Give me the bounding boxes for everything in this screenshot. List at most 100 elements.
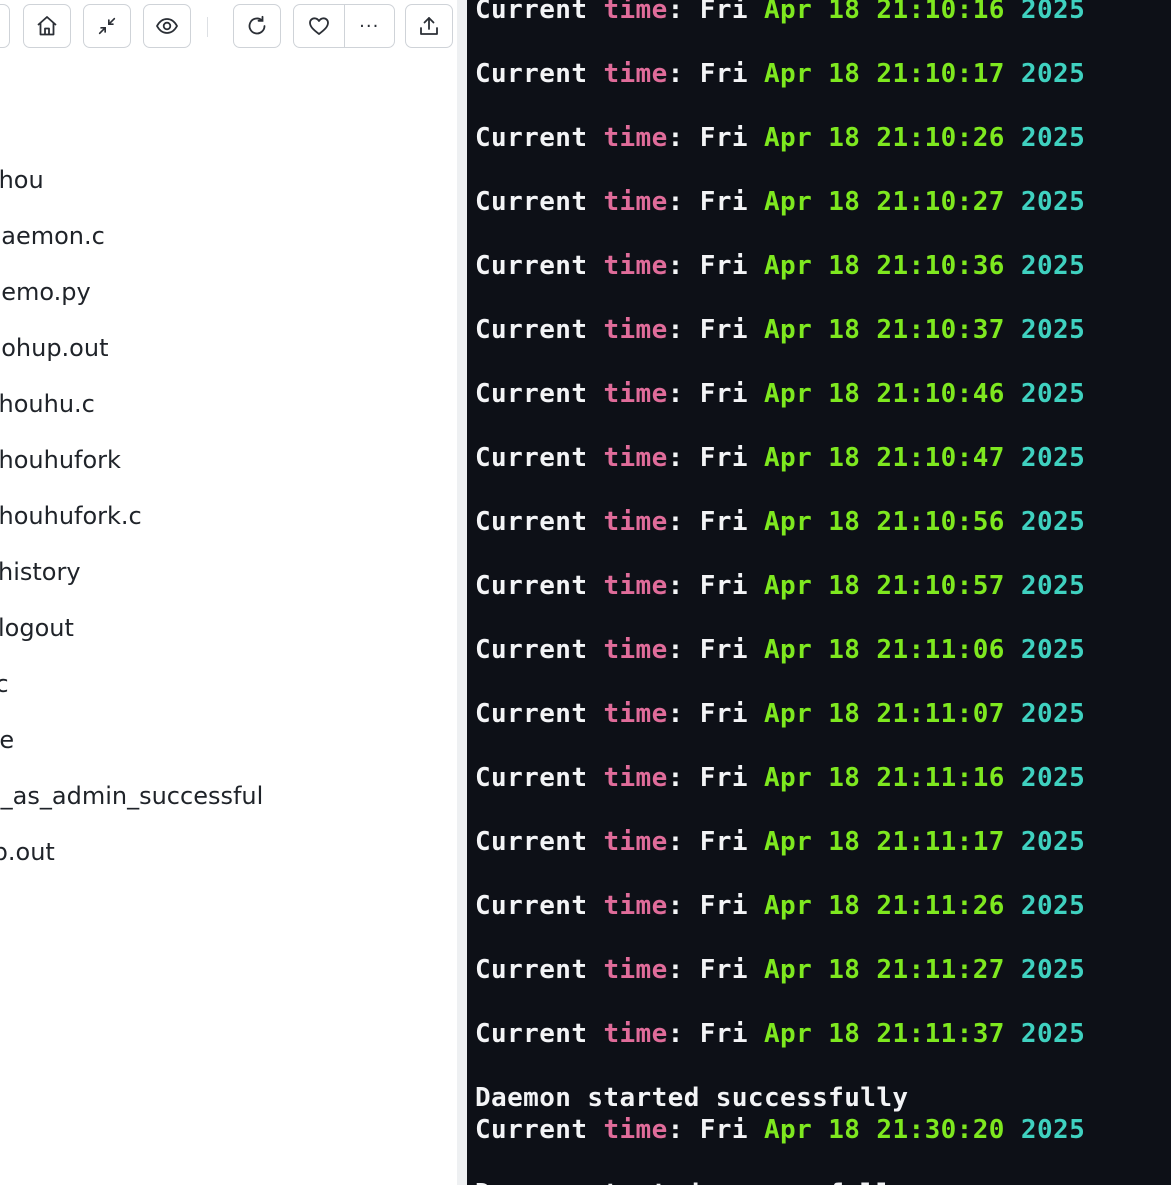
line-month: Apr bbox=[764, 1019, 813, 1049]
line-month: Apr bbox=[764, 891, 813, 921]
line-month: Apr bbox=[764, 443, 813, 473]
line-year: 2025 bbox=[1020, 891, 1086, 921]
line-date: 18 bbox=[828, 123, 861, 153]
more-button[interactable]: ··· bbox=[343, 5, 395, 47]
line-day: Fri bbox=[699, 1115, 748, 1145]
more-icon: ··· bbox=[359, 15, 380, 37]
file-list-item[interactable]: nohup.out bbox=[0, 320, 108, 376]
line-keyword: time bbox=[603, 123, 668, 153]
line-prefix: Current bbox=[475, 699, 604, 729]
terminal-line: Current time: Fri Apr 18 21:10:47 2025 bbox=[475, 442, 1085, 474]
line-year: 2025 bbox=[1020, 1019, 1086, 1049]
line-keyword: time bbox=[603, 315, 668, 345]
line-date: 18 bbox=[828, 379, 861, 409]
line-year: 2025 bbox=[1020, 187, 1086, 217]
line-keyword: time bbox=[603, 1019, 668, 1049]
line-day: Fri bbox=[699, 443, 748, 473]
upload-button[interactable] bbox=[405, 4, 453, 48]
favorite-button[interactable] bbox=[294, 5, 344, 47]
line-time: 21:10:27 bbox=[876, 187, 1005, 217]
line-time: 21:10:16 bbox=[876, 0, 1005, 25]
line-colon: : bbox=[667, 699, 700, 729]
line-month: Apr bbox=[764, 187, 813, 217]
file-list-item[interactable]: demo.py bbox=[0, 264, 91, 320]
line-colon: : bbox=[667, 123, 700, 153]
line-prefix: Current bbox=[475, 1115, 604, 1145]
line-year: 2025 bbox=[1020, 635, 1086, 665]
line-colon: : bbox=[667, 0, 700, 25]
line-keyword: time bbox=[603, 699, 668, 729]
line-day: Fri bbox=[699, 251, 748, 281]
line-year: 2025 bbox=[1020, 59, 1086, 89]
line-date: 18 bbox=[828, 443, 861, 473]
eye-icon bbox=[155, 18, 179, 34]
line-year: 2025 bbox=[1020, 443, 1086, 473]
terminal-line: Current time: Fri Apr 18 21:11:06 2025 bbox=[475, 634, 1085, 666]
file-list-item[interactable]: _logout bbox=[0, 600, 74, 656]
line-year: 2025 bbox=[1020, 827, 1086, 857]
line-date: 18 bbox=[828, 827, 861, 857]
line-prefix: Current bbox=[475, 443, 604, 473]
line-prefix: Current bbox=[475, 507, 604, 537]
terminal-output[interactable]: Current time: Fri Apr 18 21:10:16 2025 Cu… bbox=[467, 0, 1171, 1185]
line-month: Apr bbox=[764, 571, 813, 601]
line-keyword: time bbox=[603, 443, 668, 473]
file-list-item[interactable]: zhou bbox=[0, 152, 44, 208]
line-year: 2025 bbox=[1020, 1115, 1086, 1145]
line-colon: : bbox=[667, 315, 700, 345]
home-button[interactable] bbox=[23, 4, 71, 48]
line-day: Fri bbox=[699, 763, 748, 793]
file-list-item[interactable]: daemon.c bbox=[0, 208, 105, 264]
line-keyword: time bbox=[603, 571, 668, 601]
line-keyword: time bbox=[603, 59, 668, 89]
line-time: 21:11:26 bbox=[876, 891, 1005, 921]
line-date: 18 bbox=[828, 1115, 861, 1145]
home-icon bbox=[37, 16, 57, 36]
file-list-item[interactable]: shouhu.c bbox=[0, 376, 95, 432]
line-month: Apr bbox=[764, 699, 813, 729]
line-date: 18 bbox=[828, 251, 861, 281]
line-month: Apr bbox=[764, 315, 813, 345]
partial-toolbar-button[interactable] bbox=[0, 4, 10, 48]
line-time: 21:11:06 bbox=[876, 635, 1005, 665]
refresh-button[interactable] bbox=[233, 4, 281, 48]
line-month: Apr bbox=[764, 123, 813, 153]
preview-button[interactable] bbox=[143, 4, 191, 48]
file-list-item[interactable]: ile bbox=[0, 712, 14, 768]
line-prefix: Current bbox=[475, 955, 604, 985]
terminal-line: Current time: Fri Apr 18 21:11:27 2025 bbox=[475, 954, 1085, 986]
file-list-item[interactable]: shouhufork bbox=[0, 432, 121, 488]
line-colon: : bbox=[667, 891, 700, 921]
line-time: 21:10:26 bbox=[876, 123, 1005, 153]
file-list-item[interactable]: rc bbox=[0, 656, 9, 712]
line-date: 18 bbox=[828, 1019, 861, 1049]
terminal-line: Current time: Fri Apr 18 21:30:20 2025 bbox=[475, 1114, 1085, 1146]
line-day: Fri bbox=[699, 59, 748, 89]
terminal-line: Current time: Fri Apr 18 21:10:27 2025 bbox=[475, 186, 1085, 218]
line-colon: : bbox=[667, 187, 700, 217]
line-prefix: Current bbox=[475, 187, 604, 217]
line-month: Apr bbox=[764, 1115, 813, 1145]
line-date: 18 bbox=[828, 763, 861, 793]
line-year: 2025 bbox=[1020, 123, 1086, 153]
file-list-item[interactable]: e bbox=[0, 96, 1, 152]
line-keyword: time bbox=[603, 187, 668, 217]
file-list-item[interactable]: _history bbox=[0, 544, 81, 600]
collapse-icon bbox=[98, 17, 116, 35]
line-year: 2025 bbox=[1020, 507, 1086, 537]
file-list-item[interactable]: shouhufork.c bbox=[0, 488, 142, 544]
line-month: Apr bbox=[764, 507, 813, 537]
terminal-line: Current time: Fri Apr 18 21:11:07 2025 bbox=[475, 698, 1085, 730]
line-day: Fri bbox=[699, 827, 748, 857]
line-colon: : bbox=[667, 379, 700, 409]
line-year: 2025 bbox=[1020, 0, 1086, 25]
panel-divider[interactable] bbox=[457, 0, 467, 1185]
line-colon: : bbox=[667, 251, 700, 281]
terminal-line: Current time: Fri Apr 18 21:11:37 2025 bbox=[475, 1018, 1085, 1050]
file-list-item[interactable]: o_as_admin_successful bbox=[0, 768, 263, 824]
line-prefix: Current bbox=[475, 827, 604, 857]
collapse-button[interactable] bbox=[83, 4, 131, 48]
line-day: Fri bbox=[699, 699, 748, 729]
file-list-item[interactable]: ip.out bbox=[0, 824, 55, 880]
line-colon: : bbox=[667, 443, 700, 473]
